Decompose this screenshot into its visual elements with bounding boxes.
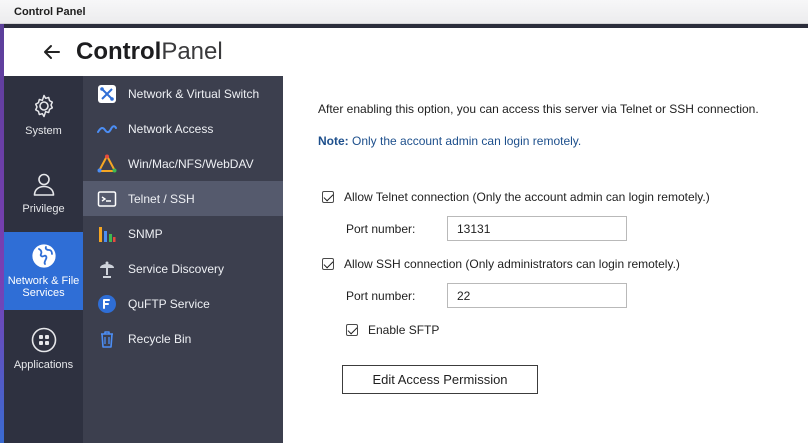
ftp-icon	[98, 294, 116, 313]
user-icon	[33, 173, 54, 196]
arrow-left-icon	[44, 45, 60, 59]
file-protocols-icon	[97, 154, 117, 172]
telnet-port-label: Port number:	[346, 222, 416, 236]
network-switch-icon	[98, 84, 116, 103]
category-rail: System Privilege Network & File Services	[4, 76, 83, 443]
description-text: After enabling this option, you can acce…	[318, 102, 759, 116]
gear-icon	[34, 94, 53, 118]
page-title: ControlPanel	[76, 38, 223, 65]
edit-access-permission-button[interactable]: Edit Access Permission	[342, 365, 538, 394]
satellite-dish-icon	[100, 261, 114, 278]
menu-item-service-discovery[interactable]: Service Discovery	[83, 251, 283, 286]
checkbox-checked[interactable]	[346, 324, 358, 336]
note-text: Note: Only the account admin can login r…	[318, 134, 582, 148]
window-title: Control Panel	[14, 5, 86, 18]
back-button[interactable]	[38, 38, 66, 66]
allow-ssh-checkbox[interactable]: Allow SSH connection (Only administrator…	[322, 257, 680, 271]
enable-sftp-checkbox[interactable]: Enable SFTP	[346, 323, 439, 337]
ssh-port-label: Port number:	[346, 289, 416, 303]
telnet-ssh-settings-panel: After enabling this option, you can acce…	[283, 76, 808, 443]
ssh-port-input[interactable]	[447, 283, 627, 308]
telnet-port-input[interactable]	[447, 216, 627, 241]
control-panel-window: ControlPanel System Privilege Network & …	[4, 24, 808, 443]
rail-item-applications[interactable]: Applications	[4, 310, 83, 388]
globe-icon	[31, 244, 56, 268]
menu-item-network-virtual-switch[interactable]: Network & Virtual Switch	[83, 76, 283, 111]
rail-item-network-file-services[interactable]: Network & File Services	[4, 232, 83, 310]
checkbox-checked[interactable]	[322, 258, 334, 270]
snmp-bars-icon	[99, 226, 116, 242]
allow-telnet-checkbox[interactable]: Allow Telnet connection (Only the accoun…	[322, 190, 710, 204]
menu-item-snmp[interactable]: SNMP	[83, 216, 283, 251]
network-access-icon	[97, 124, 117, 133]
menu-item-quftp-service[interactable]: QuFTP Service	[83, 286, 283, 321]
apps-grid-icon	[31, 327, 56, 353]
checkbox-checked[interactable]	[322, 191, 334, 203]
menu-item-recycle-bin[interactable]: Recycle Bin	[83, 321, 283, 356]
rail-item-privilege[interactable]: Privilege	[4, 154, 83, 232]
trash-icon	[101, 330, 113, 348]
service-menu: Network & Virtual Switch Network Access …	[83, 76, 283, 443]
window-titlebar: Control Panel	[0, 0, 808, 24]
terminal-icon	[97, 190, 117, 207]
menu-item-network-access[interactable]: Network Access	[83, 111, 283, 146]
menu-item-telnet-ssh[interactable]: Telnet / SSH	[83, 181, 283, 216]
rail-item-system[interactable]: System	[4, 76, 83, 154]
menu-item-win-mac-nfs-webdav[interactable]: Win/Mac/NFS/WebDAV	[83, 146, 283, 181]
app-header: ControlPanel	[4, 24, 808, 76]
